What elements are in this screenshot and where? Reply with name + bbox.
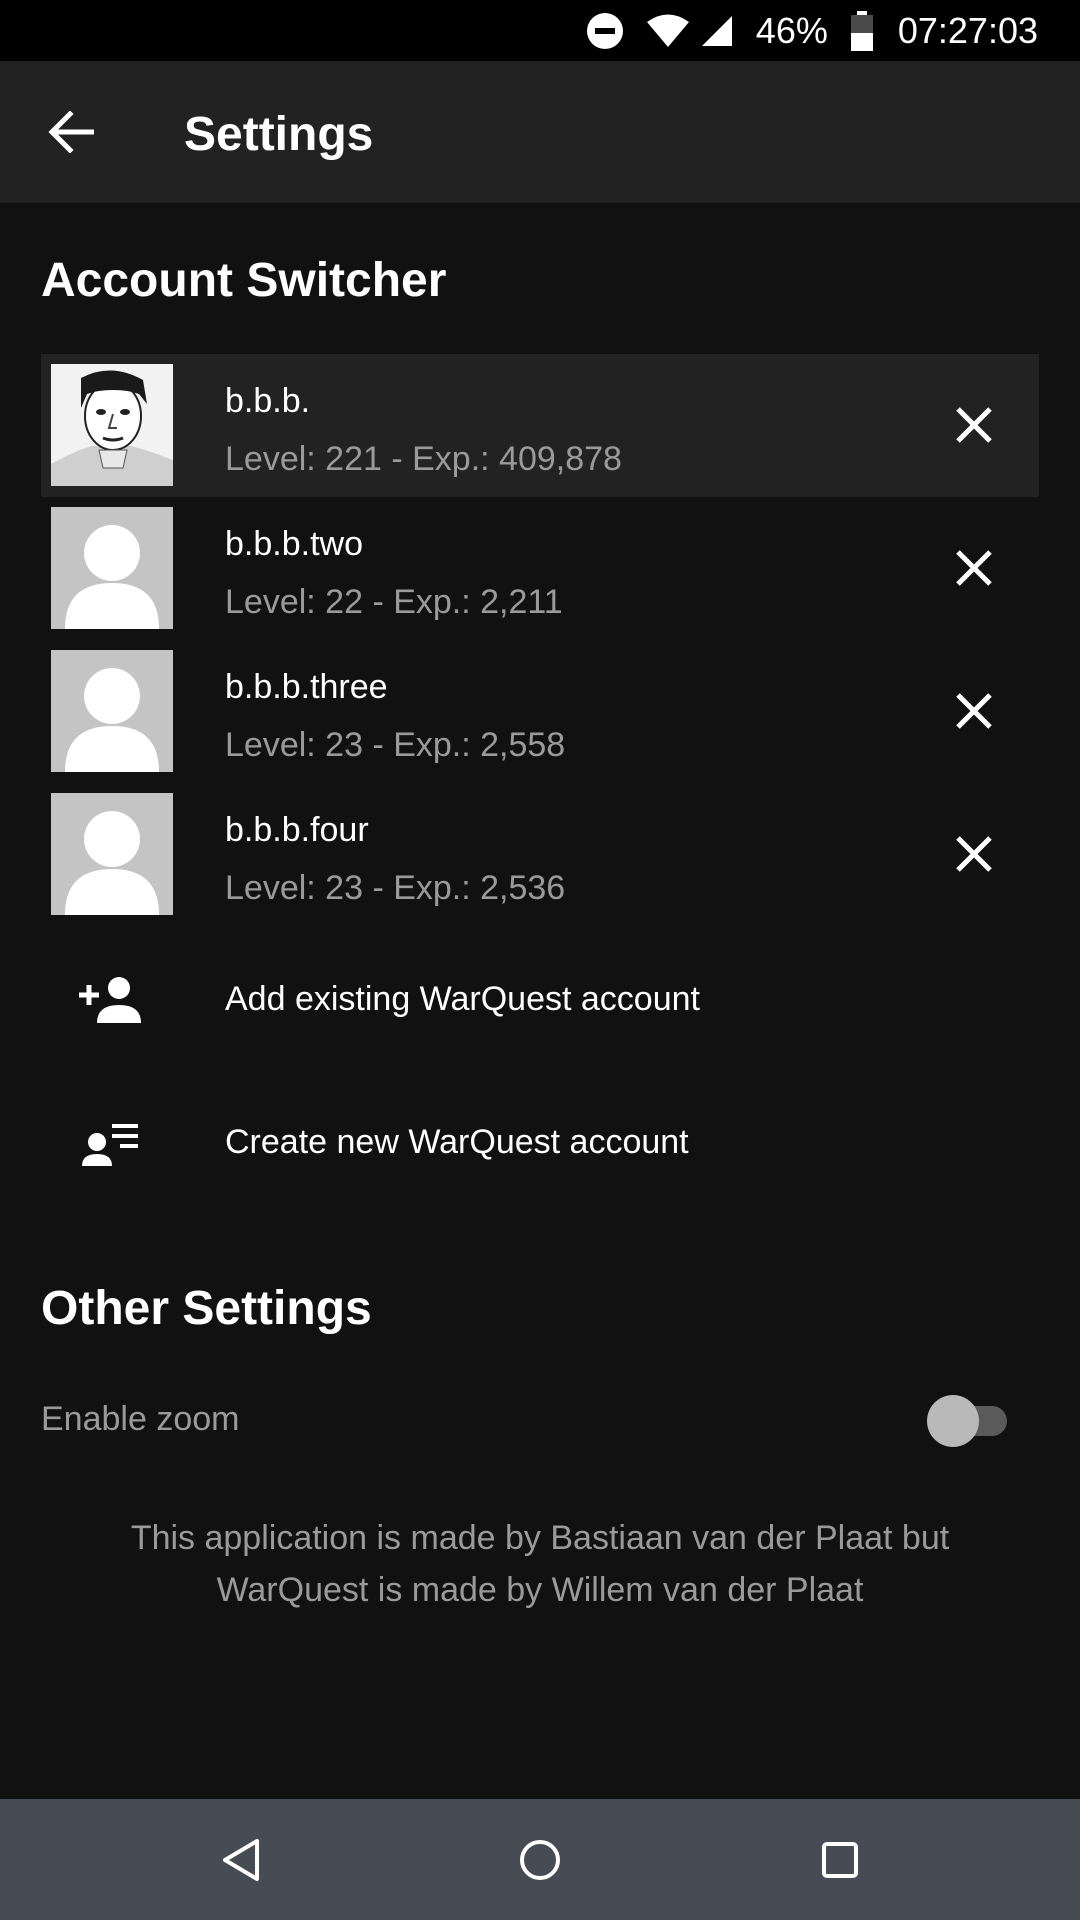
enable-zoom-toggle[interactable] xyxy=(927,1394,1011,1447)
battery-icon xyxy=(850,10,874,51)
recents-square-icon xyxy=(822,1842,858,1878)
account-stats: Level: 221 - Exp.: 409,878 xyxy=(225,440,622,478)
navigation-bar xyxy=(0,1799,1080,1920)
avatar-placeholder xyxy=(51,507,173,629)
close-icon xyxy=(956,693,992,729)
back-button[interactable] xyxy=(40,101,102,163)
toggle-thumb xyxy=(927,1395,979,1447)
add-existing-account-label: Add existing WarQuest account xyxy=(225,980,700,1018)
nav-recents-button[interactable] xyxy=(807,1827,873,1893)
add-existing-account-button[interactable]: Add existing WarQuest account xyxy=(41,930,1039,1070)
enable-zoom-setting: Enable zoom xyxy=(41,1390,1039,1450)
clock: 07:27:03 xyxy=(897,9,1038,51)
account-name: b.b.b.three xyxy=(225,668,388,706)
person-list-icon xyxy=(79,1113,143,1173)
account-stats: Level: 23 - Exp.: 2,558 xyxy=(225,726,566,764)
close-icon xyxy=(956,550,992,586)
avatar-placeholder xyxy=(51,650,173,772)
remove-account-button[interactable] xyxy=(941,392,1007,458)
account-name: b.b.b. xyxy=(225,382,311,420)
close-icon xyxy=(956,836,992,872)
account-stats: Level: 23 - Exp.: 2,536 xyxy=(225,869,566,907)
cell-signal-icon xyxy=(700,14,734,48)
battery-percent: 46% xyxy=(755,9,828,51)
avatar xyxy=(51,364,173,486)
account-row-bbb[interactable]: b.b.b. Level: 221 - Exp.: 409,878 xyxy=(41,354,1039,497)
remove-account-button[interactable] xyxy=(941,678,1007,744)
account-name: b.b.b.two xyxy=(225,525,363,563)
remove-account-button[interactable] xyxy=(941,821,1007,887)
account-switcher-title: Account Switcher xyxy=(41,254,447,307)
account-stats: Level: 22 - Exp.: 2,211 xyxy=(225,583,563,621)
account-row-bbb-three[interactable]: b.b.b.three Level: 23 - Exp.: 2,558 xyxy=(41,640,1039,783)
person-add-icon xyxy=(79,970,143,1030)
do-not-disturb-icon xyxy=(586,12,624,50)
avatar-placeholder xyxy=(51,793,173,915)
other-settings-title: Other Settings xyxy=(41,1282,372,1335)
nav-home-button[interactable] xyxy=(507,1827,573,1893)
page-title: Settings xyxy=(184,108,374,161)
enable-zoom-label: Enable zoom xyxy=(41,1400,240,1438)
arrow-back-icon xyxy=(48,111,94,153)
close-icon xyxy=(956,407,992,443)
account-row-bbb-two[interactable]: b.b.b.two Level: 22 - Exp.: 2,211 xyxy=(41,497,1039,640)
home-circle-icon xyxy=(520,1840,560,1880)
nav-back-button[interactable] xyxy=(208,1827,274,1893)
create-new-account-label: Create new WarQuest account xyxy=(225,1123,689,1161)
create-new-account-button[interactable]: Create new WarQuest account xyxy=(41,1073,1039,1213)
wifi-icon xyxy=(646,13,690,49)
account-name: b.b.b.four xyxy=(225,811,369,849)
status-bar: 46% 07:27:03 xyxy=(0,0,1080,61)
credits-text: This application is made by Bastiaan van… xyxy=(130,1519,950,1609)
back-triangle-icon xyxy=(223,1839,259,1881)
app-bar: Settings xyxy=(0,61,1080,203)
remove-account-button[interactable] xyxy=(941,535,1007,601)
account-row-bbb-four[interactable]: b.b.b.four Level: 23 - Exp.: 2,536 xyxy=(41,783,1039,926)
